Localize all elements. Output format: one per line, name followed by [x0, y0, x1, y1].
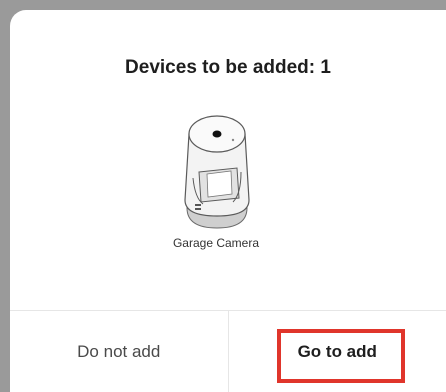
device-name: Garage Camera [172, 236, 260, 250]
dialog-footer: Do not add Go to add [10, 310, 446, 392]
go-to-add-button[interactable]: Go to add [229, 311, 446, 392]
dialog-title: Devices to be added: 1 [125, 57, 331, 78]
go-to-add-label: Go to add [297, 342, 377, 361]
add-devices-dialog: Devices to be added: 1 Garage Camera Do … [10, 10, 446, 392]
device-item[interactable]: Garage Camera [141, 110, 291, 260]
do-not-add-button[interactable]: Do not add [10, 311, 229, 392]
camera-device-icon [184, 115, 250, 229]
